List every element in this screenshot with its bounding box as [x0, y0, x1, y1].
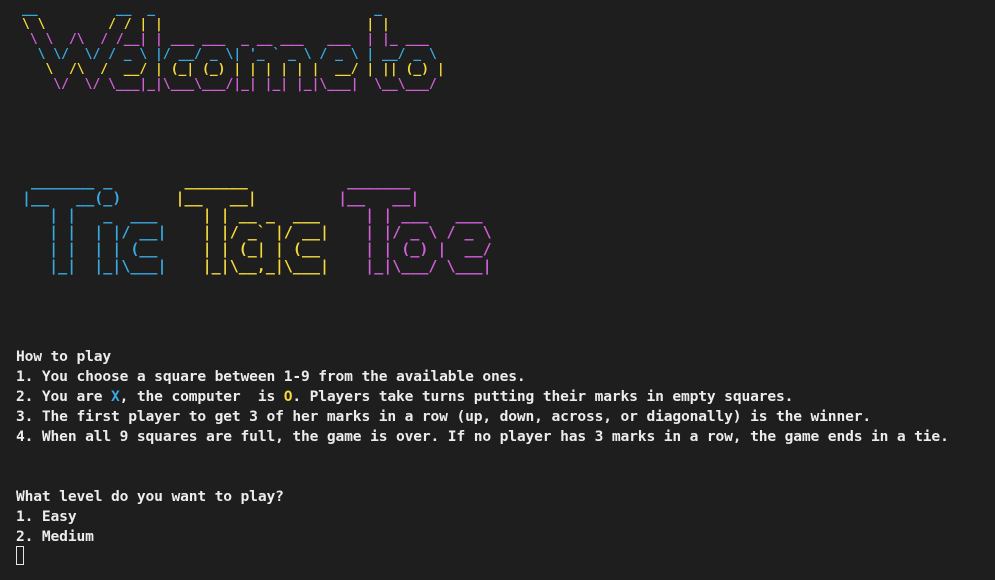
level-option-medium: 2. Medium: [16, 528, 94, 545]
welcome-ascii-banner: __ __ _ _ \ \ / / | | | | \ \ /\ / /__| …: [22, 2, 445, 92]
level-option-easy: 1. Easy: [16, 508, 77, 525]
instruction-step-4: 4. When all 9 squares are full, the game…: [16, 428, 949, 445]
instruction-step-3: 3. The first player to get 3 of her mark…: [16, 408, 871, 425]
player-mark-x: X: [111, 388, 120, 405]
input-cursor[interactable]: [16, 546, 24, 565]
terminal-window: __ __ _ _ \ \ / / | | | | \ \ /\ / /__| …: [0, 0, 995, 580]
instruction-step-2: 2. You are X, the computer is O. Players…: [16, 387, 793, 407]
step2-mid: , the computer is: [119, 388, 284, 405]
how-to-play-heading: How to play: [16, 348, 111, 365]
level-question: What level do you want to play?: [16, 488, 284, 505]
step2-prefix: 2. You are: [16, 388, 111, 405]
step2-suffix: . Players take turns putting their marks…: [292, 388, 794, 405]
instruction-step-1: 1. You choose a square between 1-9 from …: [16, 368, 526, 385]
tic-tac-toe-ascii-banner: _______ _ _______ _______ |__ __(_) |__ …: [22, 172, 492, 275]
